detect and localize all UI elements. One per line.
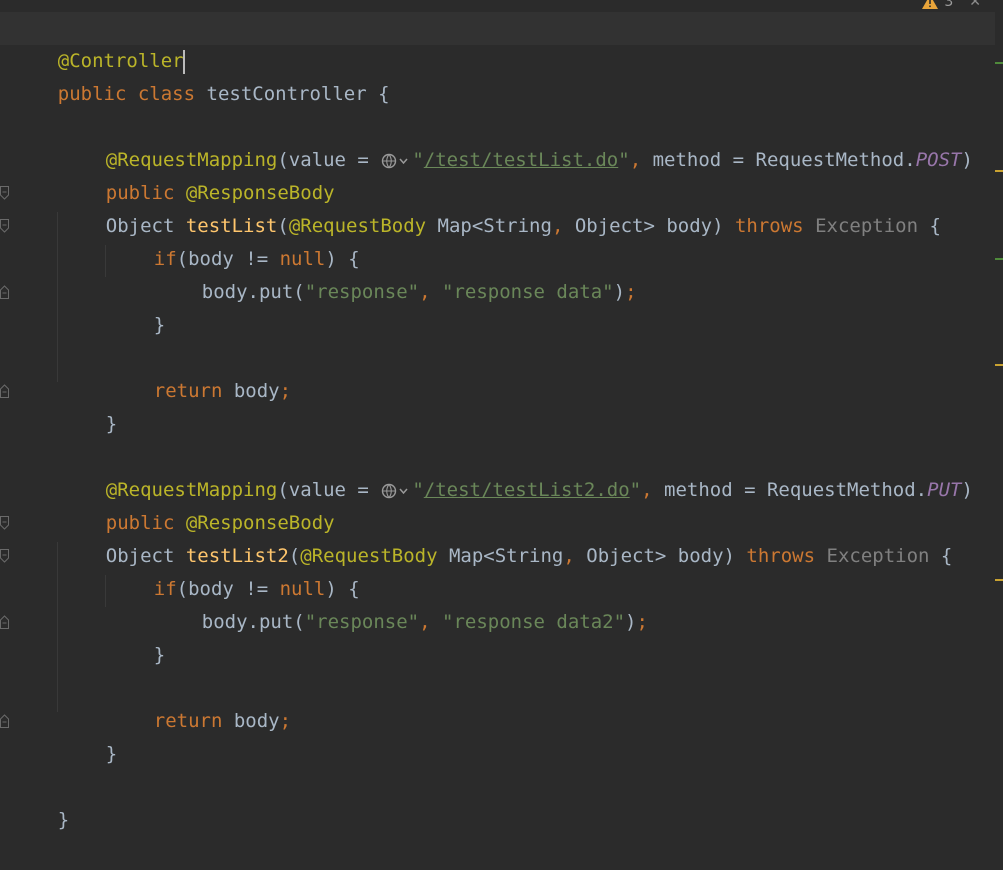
code-line[interactable]: if(body != null) { (0, 540, 995, 600)
keyword: class (137, 83, 196, 105)
code-line[interactable]: Object testList(@RequestBody Map<String,… (0, 177, 995, 237)
brace: } (105, 743, 118, 765)
fold-marker-icon[interactable] (0, 219, 9, 233)
warning-icon (922, 0, 939, 9)
error-stripe-marker[interactable] (995, 170, 1003, 172)
code-line[interactable]: @RequestMapping(value = "/test/testList.… (0, 111, 995, 171)
code-line[interactable]: } (0, 606, 995, 666)
error-stripe-marker[interactable] (995, 364, 1003, 366)
code-line[interactable]: @RequestMapping(value = "/test/testList2… (0, 441, 995, 501)
brace: } (105, 413, 118, 435)
code-line[interactable]: public @ResponseBody (0, 474, 995, 534)
brace: } (57, 809, 70, 831)
brace: { (378, 83, 390, 105)
fold-marker-icon[interactable] (0, 285, 9, 299)
code-line[interactable]: @Controller (0, 12, 995, 74)
fold-marker-icon[interactable] (0, 615, 9, 629)
code-line[interactable]: } (0, 375, 995, 435)
brace: } (153, 314, 166, 336)
fold-marker-icon[interactable] (0, 516, 9, 530)
warning-count: 3 (944, 0, 954, 10)
code-line[interactable]: Object testList2(@RequestBody Map<String… (0, 507, 995, 567)
code-line[interactable]: body.put("response", "response data"); (0, 243, 995, 303)
code-line[interactable]: } (0, 705, 995, 765)
inspection-widget[interactable]: 3 ✕ (922, 0, 981, 12)
fold-marker-icon[interactable] (0, 186, 9, 200)
brace: } (153, 644, 166, 666)
code-line[interactable]: } (0, 276, 995, 336)
error-stripe-marker[interactable] (995, 62, 1003, 64)
code-line[interactable]: body.put("response", "response data2"); (0, 573, 995, 633)
code-line[interactable]: return body; (0, 342, 995, 402)
error-stripe-marker[interactable] (995, 258, 1003, 260)
code-line[interactable]: public class testController { (0, 45, 995, 105)
code-editor[interactable]: 3 ✕ @Controller public class testControl… (0, 0, 1003, 831)
class-name: testController (206, 83, 367, 105)
code-line[interactable]: if(body != null) { (0, 210, 995, 270)
fold-marker-icon[interactable] (0, 714, 9, 728)
code-line[interactable]: public @ResponseBody (0, 144, 995, 204)
fold-marker-icon[interactable] (0, 384, 9, 398)
code-line[interactable]: } (0, 771, 995, 831)
code-line[interactable]: return body; (0, 672, 995, 732)
error-stripe-marker[interactable] (995, 579, 1003, 581)
editor-top-bar (0, 0, 1003, 12)
keyword: public (57, 83, 127, 105)
fold-marker-icon[interactable] (0, 549, 9, 563)
close-icon[interactable]: ✕ (969, 0, 981, 10)
